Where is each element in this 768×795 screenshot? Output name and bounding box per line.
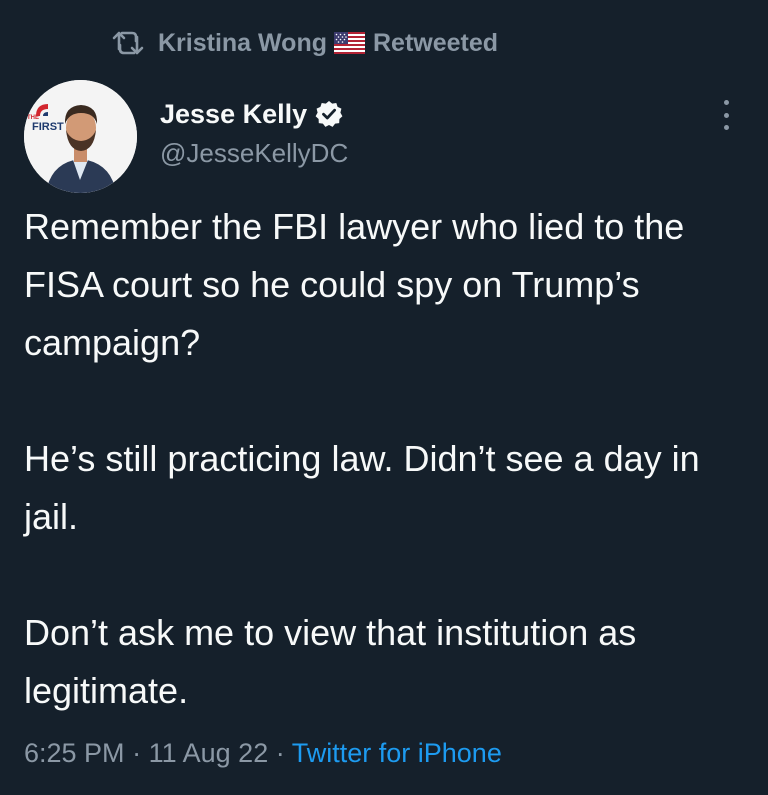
retweeted-label: Retweeted [372, 28, 499, 57]
avatar-logo-text: FIRST [32, 121, 64, 133]
tweet-paragraph: Don’t ask me to view that institution as… [24, 612, 637, 711]
author-handle[interactable]: @JesseKellyDC [160, 138, 348, 169]
verified-badge-icon [315, 101, 343, 127]
retweet-context: Kristina Wong Retweeted [112, 26, 498, 60]
more-options-icon-dot [723, 125, 729, 130]
tweet-source-link[interactable]: Twitter for iPhone [292, 738, 502, 768]
tweet-date[interactable]: 11 Aug 22 [149, 738, 269, 768]
author-info[interactable]: Jesse Kelly @JesseKellyDC [160, 96, 348, 169]
meta-separator: · [275, 738, 285, 768]
avatar-image [24, 80, 137, 193]
tweet-text: Remember the FBI lawyer who lied to the … [24, 198, 744, 720]
meta-separator: · [132, 738, 142, 768]
tweet-time[interactable]: 6:25 PM [24, 738, 125, 768]
tweet-paragraph: He’s still practicing law. Didn’t see a … [24, 438, 700, 537]
tweet-metadata: 6:25 PM · 11 Aug 22 · Twitter for iPhone [24, 738, 502, 769]
more-options-icon-dot [723, 112, 729, 118]
author-display-name[interactable]: Jesse Kelly [160, 99, 307, 130]
more-options-button[interactable] [712, 98, 740, 132]
retweeter-name[interactable]: Kristina Wong [158, 29, 327, 58]
avatar[interactable]: THE FIRST [24, 80, 137, 193]
tweet-paragraph: Remember the FBI lawyer who lied to the … [24, 206, 685, 363]
retweet-icon [112, 31, 144, 55]
us-flag-icon [333, 32, 365, 54]
more-options-icon [723, 100, 729, 105]
